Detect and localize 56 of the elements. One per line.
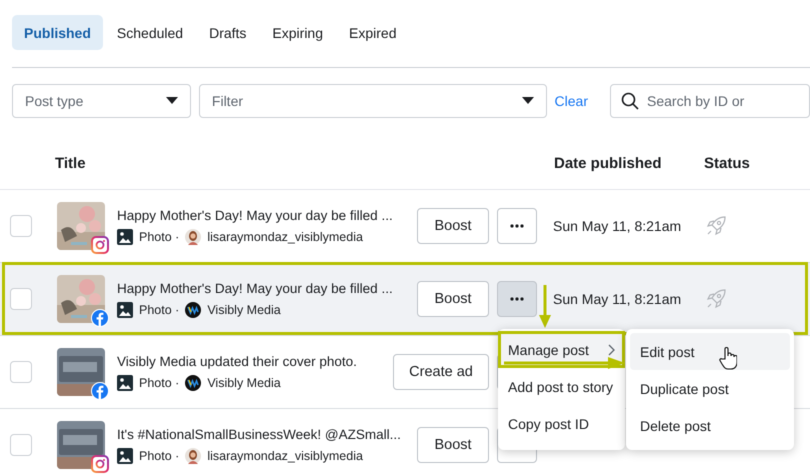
more-icon [510,297,524,301]
menu-item[interactable]: Edit post [630,333,790,370]
date-text: Sun May 11, 8:21am [553,218,682,234]
column-header: Date published [554,154,663,172]
action-button[interactable]: Boost [417,208,489,244]
post-type: Photo · [139,448,180,462]
tab[interactable]: Expired [337,15,408,50]
post-type: Photo · [139,376,180,390]
action-button[interactable]: Create ad [393,354,489,390]
action-button[interactable]: Boost [417,427,489,463]
image-icon [117,228,133,244]
chevron-icon [608,344,615,356]
post-title: Happy Mother's Day! May your day be filled ... [117,280,394,296]
menu-item[interactable]: Delete post [630,407,790,444]
rocket-icon [705,215,727,237]
tab[interactable]: Scheduled [104,15,196,50]
more-icon [510,224,524,228]
column-header: Status [704,154,750,172]
post-type: Photo · [139,302,180,316]
checkbox[interactable] [10,361,32,383]
clear-link[interactable]: Clear [554,93,594,109]
account-name: lisaraymondaz_visiblymedia [207,230,363,244]
menu-item[interactable]: Duplicate post [630,370,790,407]
date-text: Sun May 11, 8:21am [553,291,682,307]
menu-item[interactable]: Manage post [498,331,625,368]
tab[interactable]: Expiring [260,15,336,50]
more-button[interactable] [497,208,537,244]
checkbox[interactable] [10,288,32,310]
more-button[interactable] [497,281,537,317]
post-title: It's #NationalSmallBusinessWeek! @AZSmall... [117,426,402,442]
action-button[interactable]: Boost [417,281,489,317]
annotation-arrow [538,285,552,329]
filter-dropdown[interactable]: Filter [198,84,547,118]
account-name: Visibly Media [207,302,281,316]
search-icon [621,92,639,110]
checkbox[interactable] [10,434,32,456]
post-title: Happy Mother's Day! May your day be filled ... [117,208,394,222]
image-icon [117,448,133,464]
checkbox[interactable] [10,215,32,237]
hand-cursor-icon [719,346,737,370]
account-name: Visibly Media [207,376,281,390]
column-header: Title [55,154,87,172]
caret-icon [522,97,534,105]
post-type-dropdown[interactable]: Post type [12,84,191,118]
tab[interactable]: Published [12,15,103,50]
post-type: Photo · [139,230,180,244]
image-icon [117,374,133,390]
rocket-icon [705,288,727,310]
image-icon [117,302,133,318]
search-field[interactable]: Search by ID or [610,84,810,118]
menu-item[interactable]: Add post to story [498,368,625,405]
tab[interactable]: Drafts [197,15,258,50]
account-name: lisaraymondaz_visiblymedia [207,448,363,462]
post-title: Visibly Media updated their cover photo. [117,354,358,368]
caret-icon [166,97,178,105]
menu-item[interactable]: Copy post ID [498,405,625,442]
